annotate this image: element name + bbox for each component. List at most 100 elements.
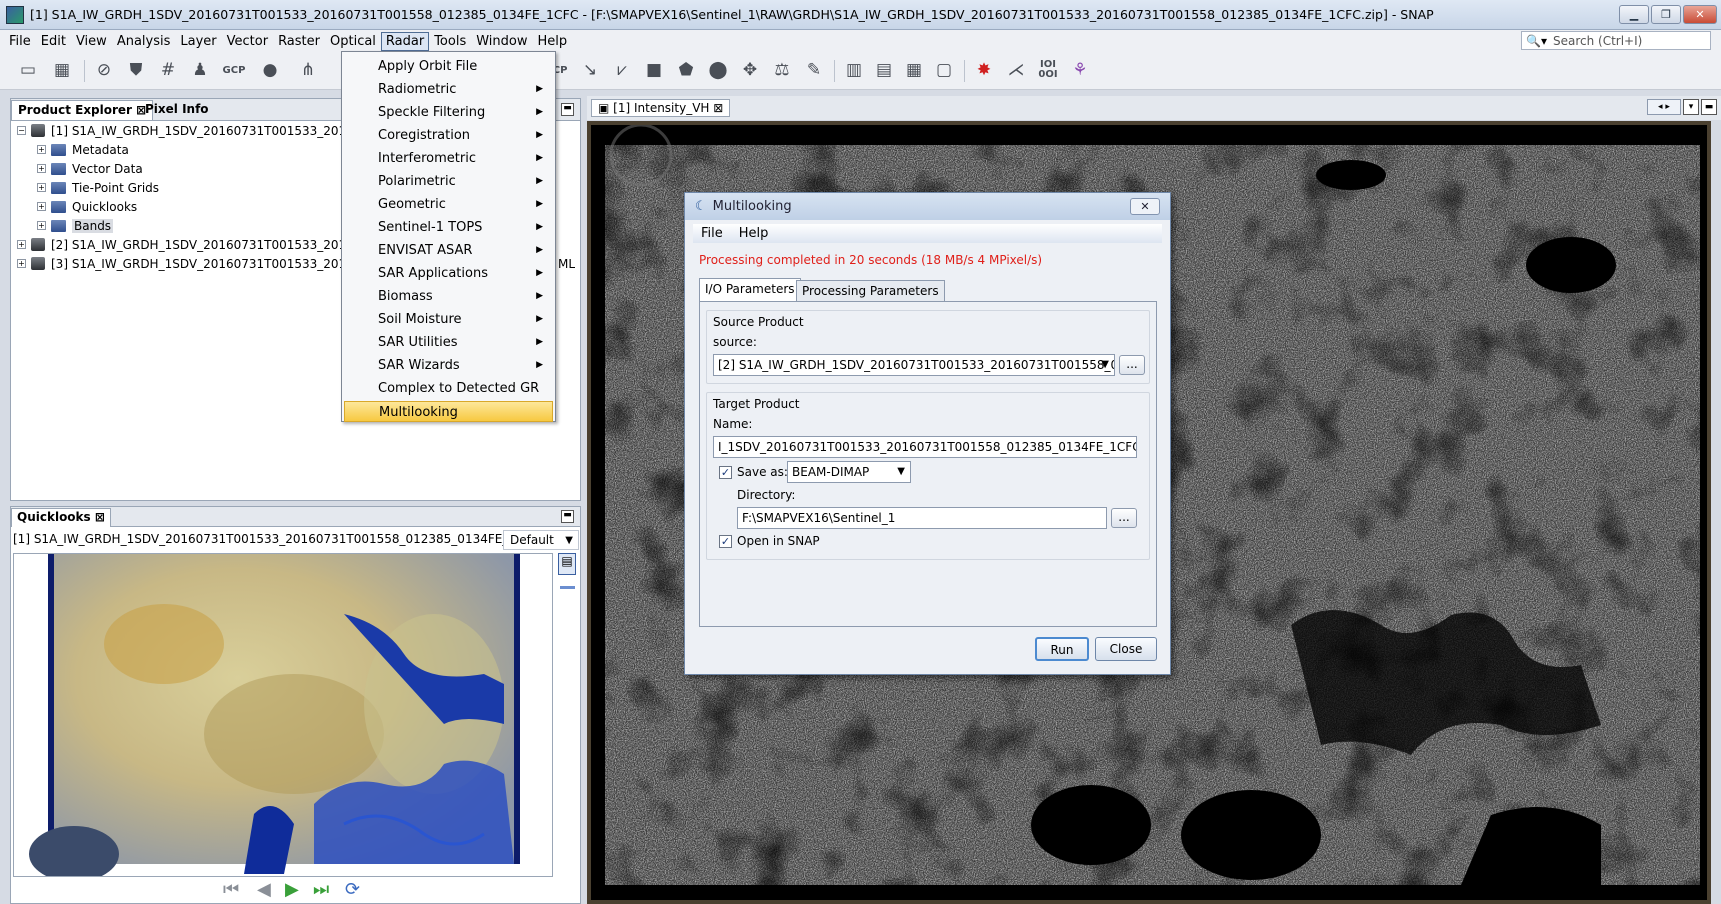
menu-radar[interactable]: Radar xyxy=(380,31,430,51)
graph-icon[interactable]: ⋔ xyxy=(296,58,320,82)
maximize-view-icon[interactable]: ▬ xyxy=(1701,99,1717,115)
tab-intensity-vh[interactable]: ▣ [1] Intensity_VH ⊠ xyxy=(591,99,731,117)
filter-icon[interactable]: ⛊ xyxy=(124,58,148,82)
menu-file[interactable]: File xyxy=(4,32,36,51)
menu-analysis[interactable]: Analysis xyxy=(112,32,176,51)
quicklook-mode-select[interactable]: Default ▼ xyxy=(503,530,579,550)
pin-icon[interactable]: ♟ xyxy=(188,58,212,82)
close-button[interactable]: Close xyxy=(1095,637,1157,661)
tree-product-2[interactable]: + [2] S1A_IW_GRDH_1SDV_20160731T001533_20… xyxy=(17,235,369,254)
menu-item-geometric[interactable]: Geometric ▶ xyxy=(344,194,553,215)
menu-help[interactable]: Help xyxy=(533,32,573,51)
polygon-draw-icon[interactable]: ⬟ xyxy=(674,58,698,82)
menu-raster[interactable]: Raster xyxy=(273,32,325,51)
layout-horizontal-icon[interactable]: ▤ xyxy=(872,58,896,82)
close-window-icon[interactable]: ✕ xyxy=(1683,5,1717,24)
menu-item-speckle-filtering[interactable]: Speckle Filtering ▶ xyxy=(344,102,553,123)
layout-single-icon[interactable]: ▢ xyxy=(932,58,956,82)
tree-product-3[interactable]: + [3] S1A_IW_GRDH_1SDV_20160731T001533_20… xyxy=(17,254,369,273)
layout-tile-icon[interactable]: ▥ xyxy=(842,58,866,82)
tree-node-vector-data[interactable]: + Vector Data xyxy=(37,159,143,178)
menu-item-radiometric[interactable]: Radiometric ▶ xyxy=(344,79,553,100)
dialog-menu-file[interactable]: File xyxy=(693,226,731,241)
menu-item-interferometric[interactable]: Interferometric ▶ xyxy=(344,148,553,169)
menu-item-sar-wizards[interactable]: SAR Wizards ▶ xyxy=(344,355,553,376)
menu-optical[interactable]: Optical xyxy=(325,32,381,51)
menu-item-envisat-asar[interactable]: ENVISAT ASAR ▶ xyxy=(344,240,553,261)
star-icon[interactable]: ✸ xyxy=(972,58,996,82)
binary-ops-icon[interactable]: IOI 0OI xyxy=(1036,58,1060,82)
open-in-snap-checkbox[interactable]: ✓ xyxy=(719,535,732,548)
dialog-menu-help[interactable]: Help xyxy=(731,226,777,241)
range-finder-icon[interactable]: ⚖ xyxy=(770,58,794,82)
tree-node-bands[interactable]: + Bands xyxy=(37,216,114,235)
dialog-title-bar[interactable]: ☾ Multilooking ✕ xyxy=(685,193,1170,220)
menu-item-sentinel-1-tops[interactable]: Sentinel-1 TOPS ▶ xyxy=(344,217,553,238)
search-box[interactable]: 🔍▾ Search (Ctrl+I) xyxy=(1521,31,1711,50)
submenu-arrow-icon: ▶ xyxy=(536,130,543,140)
target-name-field[interactable]: I_1SDV_20160731T001533_20160731T001558_0… xyxy=(713,436,1137,458)
line-draw-icon[interactable]: ↘ xyxy=(578,58,602,82)
polyline-draw-icon[interactable]: ⩗ xyxy=(610,58,634,82)
refresh-icon[interactable]: ⟳ xyxy=(345,879,360,900)
tab-processing-parameters[interactable]: Processing Parameters xyxy=(796,280,945,301)
source-browse-button[interactable]: ... xyxy=(1119,355,1145,375)
rectangle-draw-icon[interactable]: ■ xyxy=(642,58,666,82)
tab-product-explorer[interactable]: Product Explorer ⊠ xyxy=(11,100,154,120)
menu-layer[interactable]: Layer xyxy=(175,32,221,51)
menu-item-apply-orbit-file[interactable]: Apply Orbit File xyxy=(344,56,553,77)
tab-scroll-icon[interactable]: ◂ ▸ xyxy=(1647,99,1681,115)
minimize-icon[interactable]: ▁ xyxy=(1619,5,1649,24)
minimize-panel-icon[interactable]: ▬ xyxy=(561,510,574,523)
quicklook-doc-icon[interactable]: ▤ xyxy=(558,553,576,575)
previous-icon[interactable]: ◀ xyxy=(257,879,271,900)
source-product-select[interactable]: [2] S1A_IW_GRDH_1SDV_20160731T001533_201… xyxy=(713,354,1115,376)
menu-window[interactable]: Window xyxy=(471,32,532,51)
menu-item-soil-moisture[interactable]: Soil Moisture ▶ xyxy=(344,309,553,330)
search-input[interactable]: Search (Ctrl+I) xyxy=(1553,34,1642,48)
menu-tools[interactable]: Tools xyxy=(429,32,471,51)
tree-node-tie-point-grids[interactable]: + Tie-Point Grids xyxy=(37,178,159,197)
menu-vector[interactable]: Vector xyxy=(222,32,273,51)
format-select[interactable]: BEAM-DIMAP ▼ xyxy=(787,461,911,483)
layout-grid-icon[interactable]: ▦ xyxy=(902,58,926,82)
run-button[interactable]: Run xyxy=(1035,637,1089,661)
tree-node-metadata[interactable]: + Metadata xyxy=(37,140,129,159)
tree-node-quicklooks[interactable]: + Quicklooks xyxy=(37,197,137,216)
gcp-tool-icon[interactable]: GCP xyxy=(222,58,246,82)
menu-edit[interactable]: Edit xyxy=(36,32,71,51)
maximize-icon[interactable]: ❐ xyxy=(1651,5,1681,24)
menu-item-sar-utilities[interactable]: SAR Utilities ▶ xyxy=(344,332,553,353)
next-icon[interactable]: ▶ xyxy=(285,879,299,900)
pencil-icon[interactable]: ✎ xyxy=(802,58,826,82)
menu-view[interactable]: View xyxy=(71,32,112,51)
last-icon[interactable]: ⏭ xyxy=(313,879,329,900)
tab-dropdown-icon[interactable]: ▾ xyxy=(1683,99,1699,115)
menu-item-sar-applications[interactable]: SAR Applications ▶ xyxy=(344,263,553,284)
tab-quicklooks[interactable]: Quicklooks ⊠ xyxy=(11,508,111,527)
swipe-icon[interactable]: ⋌ xyxy=(1004,58,1028,82)
first-icon[interactable]: ⏮ xyxy=(223,879,239,900)
save-as-checkbox[interactable]: ✓ xyxy=(719,466,732,479)
directory-field[interactable]: F:\SMAPVEX16\Sentinel_1 xyxy=(737,507,1107,529)
grid-icon[interactable]: # xyxy=(156,58,180,82)
band-maths-icon[interactable]: ⊘ xyxy=(92,58,116,82)
directory-browse-button[interactable]: ... xyxy=(1111,508,1137,528)
menu-item-polarimetric[interactable]: Polarimetric ▶ xyxy=(344,171,553,192)
open-product-icon[interactable]: ▭ xyxy=(16,58,40,82)
tab-pixel-info[interactable]: Pixel Info xyxy=(139,100,215,120)
menu-item-complex-to-detected-gr[interactable]: Complex to Detected GR xyxy=(344,378,553,399)
magic-wand-icon[interactable]: ✥ xyxy=(738,58,762,82)
minimize-panel-icon[interactable]: ▬ xyxy=(561,103,574,116)
tab-io-parameters[interactable]: I/O Parameters xyxy=(699,278,801,301)
dialog-close-icon[interactable]: ✕ xyxy=(1130,198,1160,215)
menu-item-biomass[interactable]: Biomass ▶ xyxy=(344,286,553,307)
menu-item-coregistration[interactable]: Coregistration ▶ xyxy=(344,125,553,146)
quicklook-zoom-icon[interactable] xyxy=(560,586,575,589)
molecule-icon[interactable]: ⚘ xyxy=(1068,58,1092,82)
mask-icon[interactable]: ● xyxy=(258,58,282,82)
ellipse-draw-icon[interactable]: ⬤ xyxy=(706,58,730,82)
tree-product-1[interactable]: − [1] S1A_IW_GRDH_1SDV_20160731T001533_20… xyxy=(17,121,369,140)
menu-item-multilooking[interactable]: Multilooking xyxy=(344,401,553,422)
save-product-icon[interactable]: ▦ xyxy=(50,58,74,82)
